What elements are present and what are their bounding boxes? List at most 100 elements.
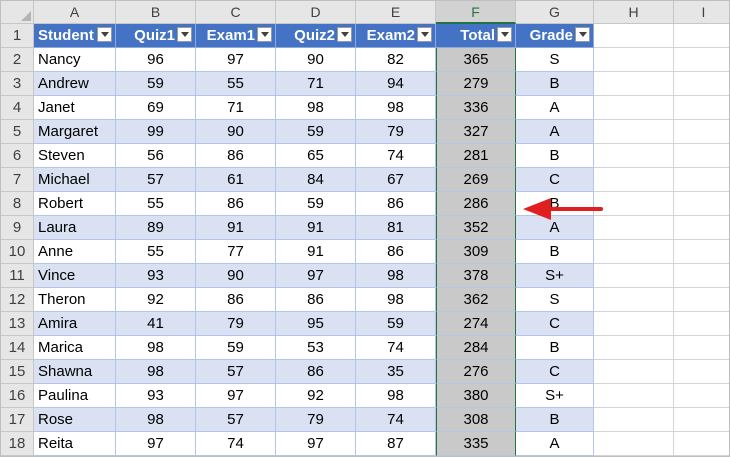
table-cell[interactable]: 86 [356,240,436,264]
empty-cell[interactable] [674,72,729,96]
row-header[interactable]: 9 [1,216,34,240]
table-cell[interactable]: S+ [516,264,594,288]
table-header-cell[interactable]: Exam1 [196,24,276,48]
student-name-cell[interactable]: Michael [34,168,116,192]
empty-cell[interactable] [594,240,674,264]
table-cell[interactable]: 96 [116,48,196,72]
total-cell[interactable]: 276 [436,360,516,384]
table-cell[interactable]: 59 [356,312,436,336]
filter-dropdown-icon[interactable] [97,27,112,42]
student-name-cell[interactable]: Laura [34,216,116,240]
row-header[interactable]: 16 [1,384,34,408]
total-cell[interactable]: 308 [436,408,516,432]
table-cell[interactable]: 84 [276,168,356,192]
row-header[interactable]: 8 [1,192,34,216]
row-header[interactable]: 15 [1,360,34,384]
table-cell[interactable]: 55 [116,240,196,264]
student-name-cell[interactable]: Vince [34,264,116,288]
table-cell[interactable]: 79 [276,408,356,432]
table-cell[interactable]: 81 [356,216,436,240]
table-cell[interactable]: 91 [276,240,356,264]
table-cell[interactable]: A [516,432,594,456]
table-header-cell[interactable]: Quiz1 [116,24,196,48]
table-cell[interactable]: 67 [356,168,436,192]
empty-cell[interactable] [594,48,674,72]
table-cell[interactable]: 87 [356,432,436,456]
table-cell[interactable]: 57 [196,360,276,384]
table-cell[interactable]: 55 [196,72,276,96]
row-header[interactable]: 18 [1,432,34,456]
empty-cell[interactable] [594,312,674,336]
table-cell[interactable]: S+ [516,384,594,408]
table-cell[interactable]: 86 [276,288,356,312]
empty-cell[interactable] [674,408,729,432]
table-cell[interactable]: 98 [356,384,436,408]
table-cell[interactable]: A [516,120,594,144]
table-cell[interactable]: B [516,240,594,264]
total-cell[interactable]: 281 [436,144,516,168]
table-cell[interactable]: 89 [116,216,196,240]
table-header-cell[interactable]: Quiz2 [276,24,356,48]
table-cell[interactable]: 90 [196,264,276,288]
table-cell[interactable]: 55 [116,192,196,216]
total-cell[interactable]: 365 [436,48,516,72]
empty-cell[interactable] [594,24,674,48]
table-cell[interactable]: 97 [196,48,276,72]
total-cell[interactable]: 352 [436,216,516,240]
table-cell[interactable]: 86 [276,360,356,384]
empty-cell[interactable] [594,72,674,96]
row-header[interactable]: 2 [1,48,34,72]
table-cell[interactable]: 86 [356,192,436,216]
empty-cell[interactable] [594,408,674,432]
total-cell[interactable]: 362 [436,288,516,312]
row-header[interactable]: 3 [1,72,34,96]
empty-cell[interactable] [674,240,729,264]
student-name-cell[interactable]: Amira [34,312,116,336]
empty-cell[interactable] [594,360,674,384]
empty-cell[interactable] [674,48,729,72]
column-header-a[interactable]: A [34,1,116,24]
table-cell[interactable]: 97 [116,432,196,456]
empty-cell[interactable] [674,96,729,120]
total-cell[interactable]: 336 [436,96,516,120]
table-cell[interactable]: 98 [116,408,196,432]
row-header[interactable]: 4 [1,96,34,120]
column-header-i[interactable]: I [674,1,729,24]
total-cell[interactable]: 284 [436,336,516,360]
table-cell[interactable]: 91 [276,216,356,240]
table-cell[interactable]: 98 [356,288,436,312]
table-cell[interactable]: 56 [116,144,196,168]
total-cell[interactable]: 279 [436,72,516,96]
row-header[interactable]: 10 [1,240,34,264]
table-cell[interactable]: 92 [116,288,196,312]
table-cell[interactable]: C [516,312,594,336]
empty-cell[interactable] [594,288,674,312]
table-header-cell[interactable]: Exam2 [356,24,436,48]
table-cell[interactable]: 69 [116,96,196,120]
empty-cell[interactable] [674,216,729,240]
column-header-f[interactable]: F [436,1,516,24]
total-cell[interactable]: 274 [436,312,516,336]
table-cell[interactable]: 35 [356,360,436,384]
table-cell[interactable]: 86 [196,192,276,216]
table-cell[interactable]: 90 [196,120,276,144]
total-cell[interactable]: 378 [436,264,516,288]
total-cell[interactable]: 309 [436,240,516,264]
table-cell[interactable]: 82 [356,48,436,72]
empty-cell[interactable] [594,96,674,120]
table-cell[interactable]: 95 [276,312,356,336]
student-name-cell[interactable]: Reita [34,432,116,456]
total-cell[interactable]: 380 [436,384,516,408]
empty-cell[interactable] [594,168,674,192]
table-cell[interactable]: 59 [116,72,196,96]
empty-cell[interactable] [674,264,729,288]
table-cell[interactable]: 71 [276,72,356,96]
empty-cell[interactable] [594,144,674,168]
table-cell[interactable]: 57 [116,168,196,192]
table-cell[interactable]: B [516,72,594,96]
row-header[interactable]: 13 [1,312,34,336]
select-all-button[interactable] [1,1,34,24]
column-header-c[interactable]: C [196,1,276,24]
column-header-d[interactable]: D [276,1,356,24]
filter-dropdown-icon[interactable] [177,27,192,42]
